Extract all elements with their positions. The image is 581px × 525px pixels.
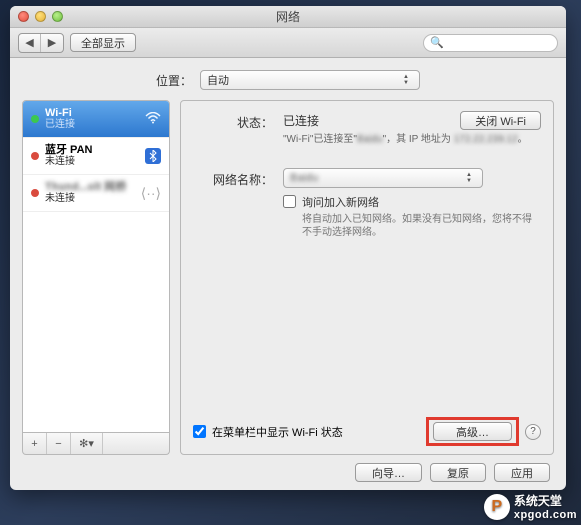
status-value: 已连接	[283, 112, 319, 129]
ask-join-checkbox[interactable]	[283, 195, 296, 208]
turn-off-wifi-button[interactable]: 关闭 Wi-Fi	[460, 111, 541, 130]
window-title: 网络	[10, 8, 566, 25]
annotation-highlight: 高级…	[426, 417, 519, 446]
sidebar-item-status: 未连接	[45, 156, 92, 168]
location-label: 位置：	[156, 72, 192, 89]
nav-buttons: ◀ ▶	[18, 33, 64, 53]
watermark-text-en: xpgod.com	[514, 509, 577, 521]
advanced-button[interactable]: 高级…	[433, 422, 512, 441]
content: 位置： 自动 Wi-Fi 已连接	[10, 58, 566, 490]
bluetooth-icon	[145, 148, 161, 164]
status-detail-text: "Wi-Fi"已连接至"Baidu"，其 IP 地址为 172.22.239.1…	[283, 133, 541, 146]
sidebar-footer: + − ✻▾	[22, 433, 170, 455]
sidebar-item-bluetooth-pan[interactable]: 蓝牙 PAN 未连接	[23, 138, 169, 175]
ask-join-hint: 将自动加入已知网络。如果没有已知网络，您将不得不手动选择网络。	[302, 213, 541, 239]
watermark-logo-icon: P	[484, 494, 510, 520]
connection-list: Wi-Fi 已连接 蓝牙 PAN 未连接	[22, 100, 170, 433]
sidebar-item-thunderbolt-bridge[interactable]: Thund...olt 网桥 未连接 ⟨··⟩	[23, 175, 169, 212]
ask-join-label: 询问加入新网络	[302, 194, 541, 210]
chevron-updown-icon	[399, 74, 413, 86]
titlebar: 网络	[10, 6, 566, 28]
status-label: 状态：	[193, 111, 273, 131]
menubar-status-label: 在菜单栏中显示 Wi-Fi 状态	[212, 424, 343, 440]
status-dot-icon	[31, 115, 39, 123]
network-prefs-window: 网络 ◀ ▶ 全部显示 🔍 位置： 自动	[10, 6, 566, 490]
revert-button[interactable]: 复原	[430, 463, 486, 482]
detail-footer: 在菜单栏中显示 Wi-Fi 状态 高级… ?	[193, 417, 541, 446]
location-popup[interactable]: 自动	[200, 70, 420, 90]
forward-button[interactable]: ▶	[41, 34, 63, 52]
status-row: 状态： 已连接 关闭 Wi-Fi "Wi-Fi"已连接至"Baidu"，其 IP…	[193, 111, 541, 146]
ask-join-row: 询问加入新网络 将自动加入已知网络。如果没有已知网络，您将不得不手动选择网络。	[283, 194, 541, 239]
wifi-icon	[145, 111, 161, 127]
sidebar-item-wifi[interactable]: Wi-Fi 已连接	[23, 101, 169, 138]
sidebar-item-label: 蓝牙 PAN	[45, 144, 92, 156]
back-button[interactable]: ◀	[19, 34, 41, 52]
bottom-bar: 向导… 复原 应用	[22, 455, 554, 484]
watermark-text-cn: 系统天堂	[514, 492, 577, 509]
assist-button[interactable]: 向导…	[355, 463, 422, 482]
chevron-updown-icon	[462, 172, 476, 184]
search-icon: 🔍	[430, 36, 444, 49]
sidebar-item-status: 未连接	[45, 193, 126, 205]
sidebar: Wi-Fi 已连接 蓝牙 PAN 未连接	[22, 100, 170, 455]
location-row: 位置： 自动	[22, 70, 554, 90]
remove-connection-button[interactable]: −	[47, 433, 71, 454]
network-name-value: Baidu	[290, 172, 318, 184]
detail-pane: 状态： 已连接 关闭 Wi-Fi "Wi-Fi"已连接至"Baidu"，其 IP…	[180, 100, 554, 455]
status-dot-icon	[31, 189, 39, 197]
sidebar-item-status: 已连接	[45, 119, 75, 131]
apply-button[interactable]: 应用	[494, 463, 550, 482]
location-value: 自动	[207, 72, 229, 88]
gear-menu-button[interactable]: ✻▾	[71, 433, 103, 454]
add-connection-button[interactable]: +	[23, 433, 47, 454]
sidebar-item-label: Thund...olt 网桥	[45, 181, 126, 193]
panes: Wi-Fi 已连接 蓝牙 PAN 未连接	[22, 100, 554, 455]
thunderbolt-icon: ⟨··⟩	[141, 185, 161, 202]
search-input[interactable]: 🔍	[423, 34, 558, 52]
network-name-row: 网络名称： Baidu 询问加入新网络 将自动加入已知网络。如果没有已知网络，您…	[193, 168, 541, 239]
toolbar: ◀ ▶ 全部显示 🔍	[10, 28, 566, 58]
show-all-button[interactable]: 全部显示	[70, 33, 136, 52]
network-name-label: 网络名称：	[193, 168, 273, 188]
menubar-status-row: 在菜单栏中显示 Wi-Fi 状态	[193, 424, 343, 440]
watermark: P 系统天堂 xpgod.com	[484, 492, 577, 521]
help-button[interactable]: ?	[525, 424, 541, 440]
menubar-status-checkbox[interactable]	[193, 425, 206, 438]
sidebar-item-label: Wi-Fi	[45, 107, 75, 119]
network-name-popup[interactable]: Baidu	[283, 168, 483, 188]
status-dot-icon	[31, 152, 39, 160]
